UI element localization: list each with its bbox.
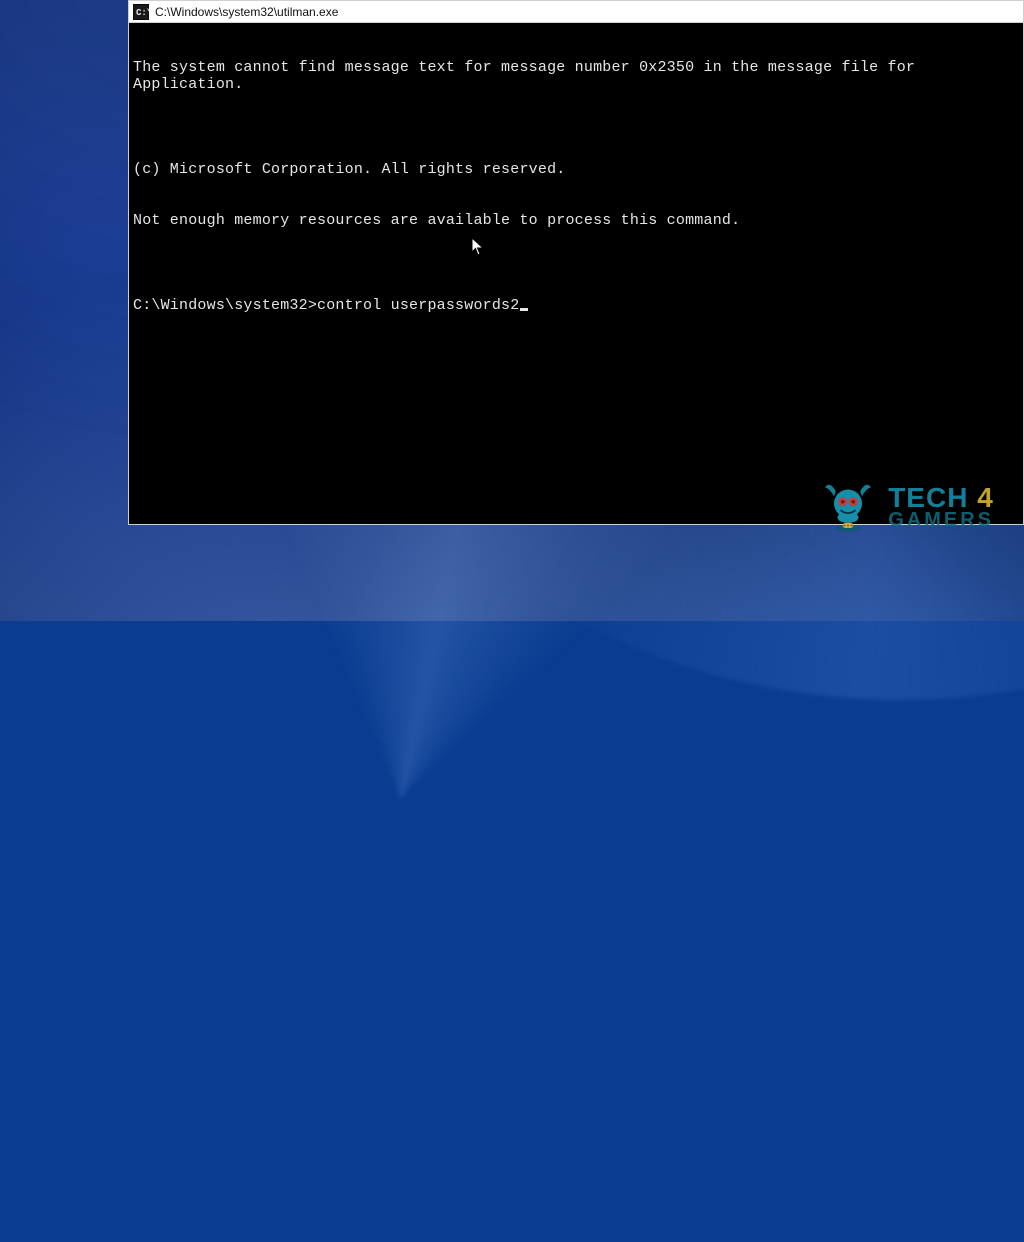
terminal-line: Not enough memory resources are availabl… [133, 212, 1019, 229]
prompt-line[interactable]: C:\Windows\system32> control userpasswor… [133, 297, 1019, 314]
window-title: C:\Windows\system32\utilman.exe [155, 5, 338, 19]
svg-text:C:\: C:\ [136, 8, 149, 18]
terminal-line: (c) Microsoft Corporation. All rights re… [133, 161, 1019, 178]
titlebar[interactable]: C:\ C:\Windows\system32\utilman.exe [129, 1, 1023, 23]
cmd-window[interactable]: C:\ C:\Windows\system32\utilman.exe The … [128, 0, 1024, 525]
cmd-icon: C:\ [133, 4, 149, 20]
command-text: control userpasswords2 [317, 297, 519, 314]
terminal-line: The system cannot find message text for … [133, 59, 1019, 93]
text-cursor [520, 308, 528, 311]
prompt: C:\Windows\system32> [133, 297, 317, 314]
terminal-area[interactable]: The system cannot find message text for … [129, 23, 1023, 524]
